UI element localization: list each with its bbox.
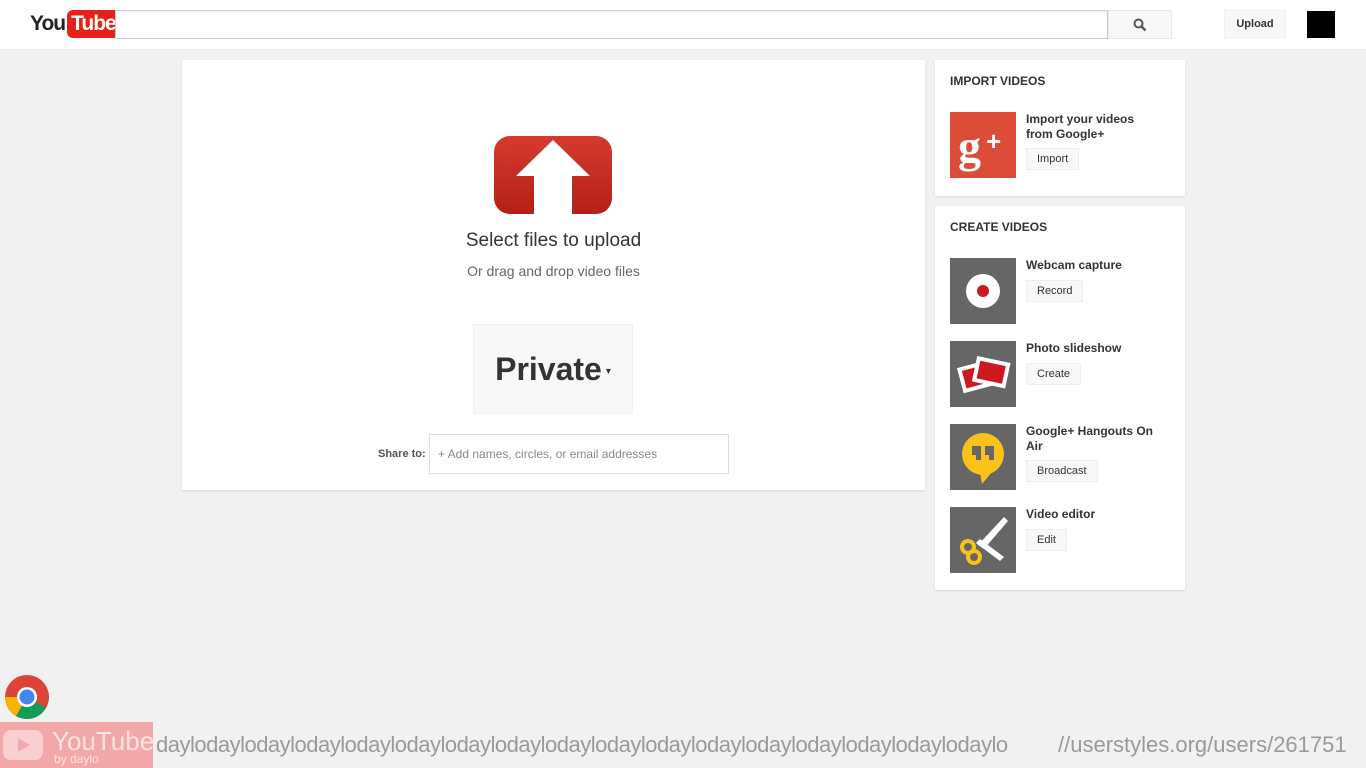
chrome-icon[interactable] xyxy=(4,674,50,720)
search-button[interactable] xyxy=(1108,10,1172,39)
chevron-down-icon: ▾ xyxy=(605,365,611,377)
userstyles-url: //userstyles.org/users/261751 xyxy=(1058,732,1347,757)
upload-arrow-icon[interactable] xyxy=(494,136,612,214)
avatar[interactable] xyxy=(1307,11,1335,38)
upload-button[interactable]: Upload xyxy=(1224,10,1286,38)
google-plus-icon: g + xyxy=(950,112,1016,178)
play-icon xyxy=(3,730,43,760)
import-button[interactable]: Import xyxy=(1026,148,1080,170)
svg-text:+: + xyxy=(986,126,1001,156)
create-videos-title: CREATE VIDEOS xyxy=(950,220,1048,234)
import-videos-card: IMPORT VIDEOS g + Import your videos fro… xyxy=(935,60,1185,196)
scissors-icon xyxy=(950,507,1016,573)
privacy-dropdown[interactable]: Private ▾ xyxy=(473,324,633,414)
youtube-logo[interactable]: You Tube xyxy=(30,10,120,38)
privacy-label: Private xyxy=(495,350,602,387)
webcam-record-icon xyxy=(950,258,1016,324)
share-input[interactable]: + Add names, circles, or email addresses xyxy=(429,434,729,474)
import-google-plus-item: g + Import your videos from Google+ Impo… xyxy=(950,112,1175,178)
watermark-marquee: daylodaylodaylodaylodaylodaylodaylodaylo… xyxy=(156,732,1008,757)
create-item-slideshow: Photo slideshow Create xyxy=(950,341,1175,407)
create-item-title: Photo slideshow xyxy=(1026,341,1122,355)
import-item-title: Import your videos from Google+ xyxy=(1026,112,1135,141)
badge-author: by daylo xyxy=(54,752,99,766)
select-files-title[interactable]: Select files to upload xyxy=(182,230,925,252)
create-videos-card: CREATE VIDEOS Webcam capture Record Phot… xyxy=(935,206,1185,590)
upload-card: Select files to upload Or drag and drop … xyxy=(182,60,925,490)
create-item-title: Webcam capture xyxy=(1026,258,1122,272)
drag-drop-hint: Or drag and drop video files xyxy=(467,263,640,279)
photo-slideshow-icon xyxy=(950,341,1016,407)
create-item-title: Video editor xyxy=(1026,507,1096,521)
record-button[interactable]: Record xyxy=(1026,280,1084,302)
edit-button[interactable]: Edit xyxy=(1026,529,1067,551)
create-item-title: Google+ Hangouts On Air xyxy=(1026,424,1154,453)
import-videos-title: IMPORT VIDEOS xyxy=(950,74,1046,88)
create-item-editor: Video editor Edit xyxy=(950,507,1175,573)
search-input[interactable] xyxy=(115,10,1108,39)
logo-you: You xyxy=(30,12,66,35)
create-button[interactable]: Create xyxy=(1026,363,1082,385)
logo-tube: Tube xyxy=(67,10,120,38)
broadcast-button[interactable]: Broadcast xyxy=(1026,460,1098,482)
svg-text:g: g xyxy=(958,121,981,172)
create-item-webcam: Webcam capture Record xyxy=(950,258,1175,324)
hangouts-icon xyxy=(950,424,1016,490)
masthead: You Tube Upload xyxy=(0,0,1366,50)
create-item-hangouts: Google+ Hangouts On Air Broadcast xyxy=(950,424,1175,490)
search-icon xyxy=(1133,18,1147,31)
youtube-by-daylo-badge: YouTube by daylo xyxy=(0,722,154,768)
share-label: Share to: xyxy=(378,448,426,460)
